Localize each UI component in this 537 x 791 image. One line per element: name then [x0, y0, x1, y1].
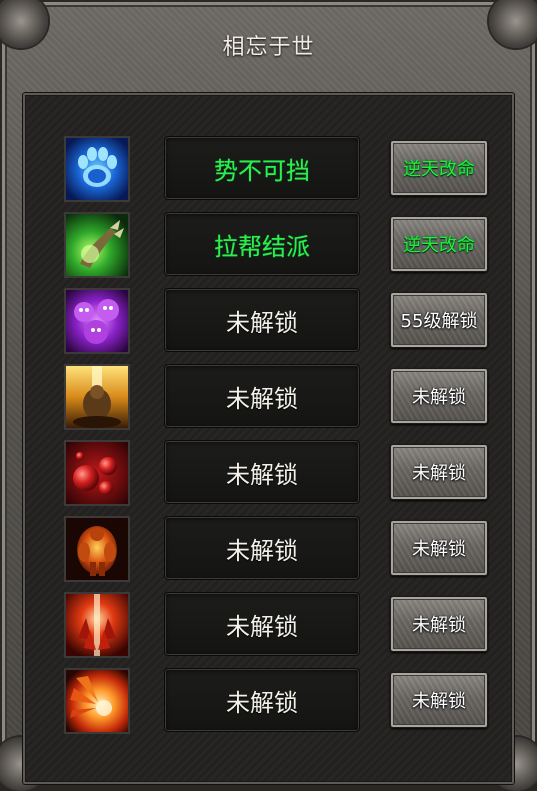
skill-name: 未解锁 — [164, 364, 360, 428]
skill-row: 未解锁 未解锁 — [64, 592, 490, 658]
skill-rows: 势不可挡 逆天改命 拉帮结派 逆天改命 未解锁 55级解锁 未解锁 未解锁 未解… — [0, 0, 537, 785]
action-button[interactable]: 未解锁 — [390, 520, 488, 576]
action-button[interactable]: 未解锁 — [390, 368, 488, 424]
action-button[interactable]: 55级解锁 — [390, 292, 488, 348]
skill-name: 未解锁 — [164, 592, 360, 656]
skill-row: 拉帮结派 逆天改命 — [64, 212, 490, 278]
skill-row: 未解锁 未解锁 — [64, 668, 490, 734]
action-button[interactable]: 逆天改命 — [390, 140, 488, 196]
action-button[interactable]: 未解锁 — [390, 596, 488, 652]
skill-row: 未解锁 未解锁 — [64, 364, 490, 430]
blue-paw-icon[interactable] — [64, 136, 130, 202]
skill-name: 未解锁 — [164, 516, 360, 580]
purple-spirits-icon[interactable] — [64, 288, 130, 354]
skill-row: 未解锁 未解锁 — [64, 516, 490, 582]
red-crystal-icon[interactable] — [64, 592, 130, 658]
action-button[interactable]: 未解锁 — [390, 672, 488, 728]
skill-name: 未解锁 — [164, 440, 360, 504]
skill-row: 未解锁 55级解锁 — [64, 288, 490, 354]
skill-name: 拉帮结派 — [164, 212, 360, 276]
skill-row: 势不可挡 逆天改命 — [64, 136, 490, 202]
flame-burst-icon[interactable] — [64, 668, 130, 734]
green-claw-icon[interactable] — [64, 212, 130, 278]
action-button[interactable]: 未解锁 — [390, 444, 488, 500]
skill-name: 未解锁 — [164, 668, 360, 732]
fire-brute-icon[interactable] — [64, 516, 130, 582]
skill-row: 未解锁 未解锁 — [64, 440, 490, 506]
skill-name: 未解锁 — [164, 288, 360, 352]
golden-warrior-icon[interactable] — [64, 364, 130, 430]
skill-name: 势不可挡 — [164, 136, 360, 200]
action-button[interactable]: 逆天改命 — [390, 216, 488, 272]
red-orbs-icon[interactable] — [64, 440, 130, 506]
